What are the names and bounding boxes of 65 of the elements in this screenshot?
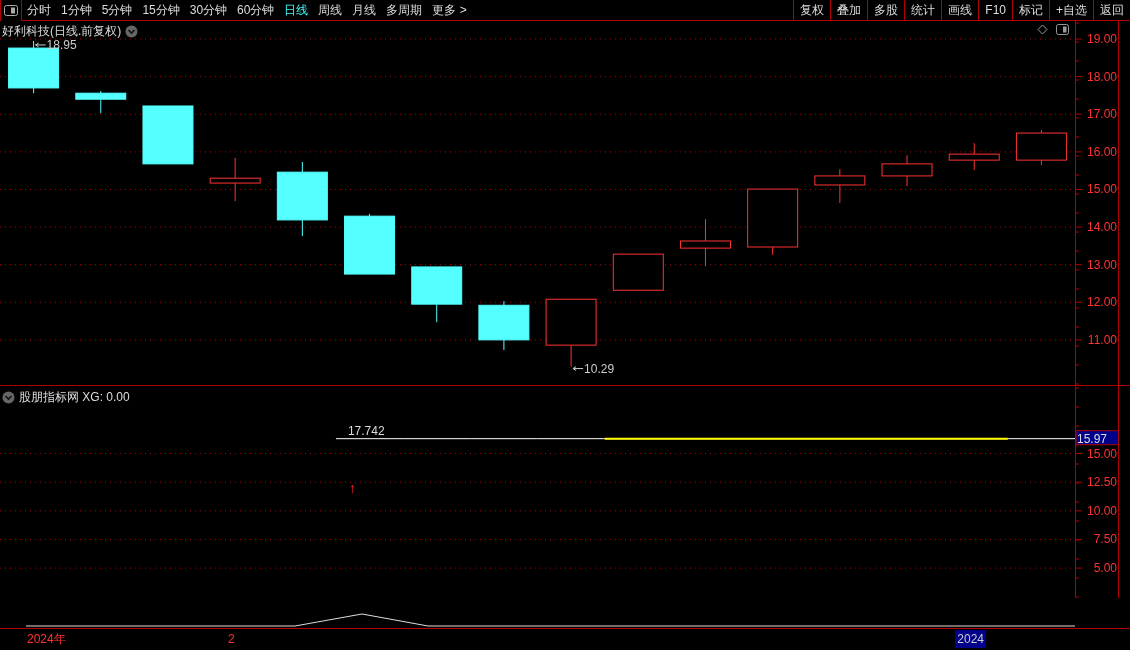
candlestick <box>881 154 933 187</box>
axis-label: 16.00 <box>1086 144 1117 159</box>
toolbar-button[interactable]: 标记 <box>1012 0 1049 20</box>
axis-label: 12.00 <box>1086 295 1117 310</box>
toolbar-button[interactable]: +自选 <box>1049 0 1093 20</box>
candlestick <box>142 105 194 165</box>
axis-label: 7.50 <box>1093 532 1117 547</box>
axis-label: 17.00 <box>1086 107 1117 122</box>
axis-label: 11.00 <box>1087 332 1117 347</box>
candlestick <box>75 90 127 114</box>
panel-toggle-button[interactable] <box>0 0 22 21</box>
candlestick <box>814 168 866 204</box>
candlestick <box>411 266 463 323</box>
panel-toggle-icon[interactable] <box>1056 24 1069 35</box>
period-tab[interactable]: 分时 <box>22 0 56 20</box>
period-tab[interactable]: 周线 <box>313 0 348 20</box>
axis-label: 19.00 <box>1086 32 1117 47</box>
axis-label: 15.00 <box>1086 446 1117 461</box>
toolbar-button[interactable]: 统计 <box>904 0 942 20</box>
diamond-icon[interactable] <box>1037 24 1048 35</box>
value-label: 17.742 <box>347 423 385 438</box>
toolbar-button[interactable]: 返回 <box>1093 0 1130 20</box>
axis-label: 15.00 <box>1086 182 1117 197</box>
candlestick <box>948 142 1000 171</box>
candlestick <box>478 300 530 351</box>
date-label: 2 <box>228 631 235 648</box>
period-tab[interactable]: 1分钟 <box>56 0 97 20</box>
candlestick <box>209 157 261 202</box>
leader-line <box>35 42 47 48</box>
toolbar-button[interactable]: 多股 <box>867 0 905 20</box>
chevron-down-icon[interactable] <box>2 390 15 404</box>
chevron-down-icon[interactable] <box>125 24 139 38</box>
chart-title: 好利科技(日线.前复权) <box>2 23 122 40</box>
candlestick <box>747 188 799 256</box>
period-tab[interactable]: 60分钟 <box>232 0 280 20</box>
period-tab[interactable]: 多周期 <box>381 0 428 20</box>
axis-label: 13.00 <box>1086 257 1117 272</box>
candlestick <box>679 218 731 267</box>
toolbar-button[interactable]: 叠加 <box>830 0 868 20</box>
period-tab[interactable]: 30分钟 <box>184 0 233 20</box>
period-tab[interactable]: 日线 <box>279 0 314 20</box>
axis-label: 14.00 <box>1086 220 1117 235</box>
candlestick <box>344 213 396 275</box>
price-label: 10.29 <box>584 361 615 376</box>
axis-label: 12.50 <box>1086 475 1117 490</box>
axis-label: 18.00 <box>1086 69 1117 84</box>
toolbar-button[interactable]: 复权 <box>793 0 831 20</box>
price-label: 18.95 <box>46 37 77 52</box>
axis-label: 10.00 <box>1086 503 1117 518</box>
candlestick <box>612 253 664 291</box>
leader-line <box>572 366 584 372</box>
toolbar-button[interactable]: 画线 <box>941 0 979 20</box>
period-tab[interactable]: 更多 > <box>427 0 472 20</box>
current-value-tag: 15.97 <box>1076 430 1119 446</box>
date-label: 2024年 <box>27 631 66 648</box>
period-tab[interactable]: 5分钟 <box>96 0 138 20</box>
period-tab[interactable]: 月线 <box>347 0 382 20</box>
toolbar-button[interactable]: F10 <box>978 0 1012 20</box>
panel-toggle-icon <box>4 5 18 16</box>
axis-label: 5.00 <box>1093 561 1117 576</box>
candlestick <box>1015 129 1067 166</box>
indicator-title: 股朋指标网 XG: 0.00 <box>19 389 130 406</box>
up-arrow-icon: ↑ <box>349 480 357 497</box>
period-tab[interactable]: 15分钟 <box>137 0 185 20</box>
current-date-tag: 2024 <box>955 630 986 648</box>
